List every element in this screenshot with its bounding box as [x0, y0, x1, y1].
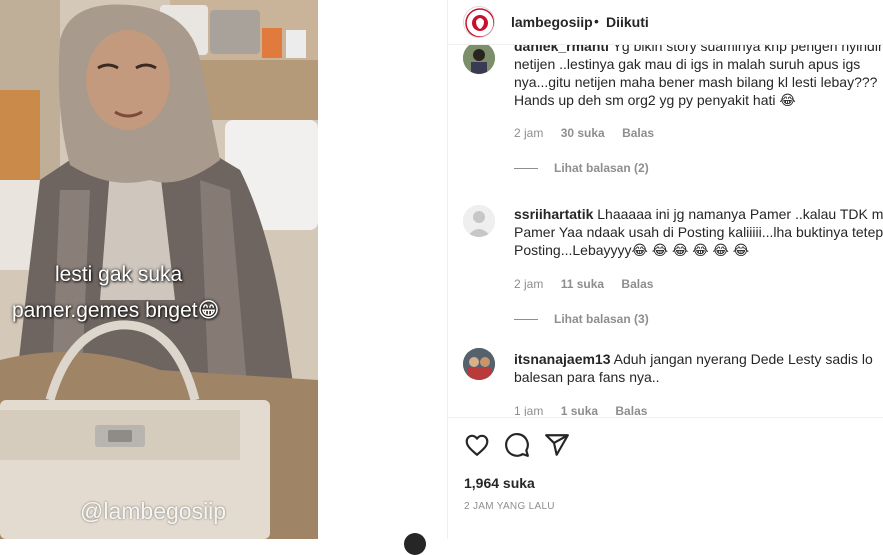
comment-meta: 2 jam 30 suka Balas: [514, 126, 668, 140]
paper-plane-icon[interactable]: [544, 432, 570, 458]
comment-line: Hands up deh sm org2 yg py penyakit hati…: [514, 92, 796, 108]
comment-likes[interactable]: 1 suka: [561, 404, 598, 416]
replies-divider-line: [514, 168, 538, 170]
comment-likes[interactable]: 30 suka: [561, 126, 605, 140]
follow-status-button[interactable]: Diikuti: [606, 14, 649, 30]
avatar-photo-icon: [463, 348, 495, 380]
header-separator: •: [594, 13, 599, 29]
comment-username[interactable]: ssriihartatik: [514, 206, 593, 222]
commenter-avatar[interactable]: [463, 348, 495, 380]
post-actions: 1,964 suka 2 JAM YANG LALU: [448, 417, 883, 540]
comment-username[interactable]: daniek_rmanti: [514, 45, 609, 54]
view-replies-label: Lihat balasan (2): [554, 161, 649, 175]
comment-time[interactable]: 2 jam: [514, 126, 543, 140]
reply-button[interactable]: Balas: [615, 404, 647, 416]
default-avatar-icon: [463, 205, 495, 237]
comment-meta: 1 jam 1 suka Balas: [514, 404, 661, 416]
comment-text: ssriihartatik Lhaaaaa ini jg namanya Pam…: [514, 205, 883, 259]
comment-username[interactable]: itsnanajaem13: [514, 351, 611, 367]
post-timestamp: 2 JAM YANG LALU: [464, 501, 555, 512]
video-watermark: @lambegosiip: [80, 498, 227, 524]
comments-list[interactable]: daniek_rmanti Yg bikin story suaminya kn…: [448, 45, 883, 416]
comment-line: nya...gitu netijen maha bener mash bilan…: [514, 74, 878, 90]
reply-button[interactable]: Balas: [622, 126, 654, 140]
account-username[interactable]: lambegosiip: [511, 14, 593, 30]
comment-bubble-icon[interactable]: [504, 432, 530, 458]
comment-text: itsnanajaem13 Aduh jangan nyerang Dede L…: [514, 350, 883, 386]
comment-line: balesan para fans nya..: [514, 369, 660, 385]
heart-icon[interactable]: [464, 432, 490, 458]
reply-button[interactable]: Balas: [621, 277, 653, 291]
avatar-photo-icon: [463, 45, 495, 74]
account-avatar[interactable]: [463, 6, 495, 38]
comment-likes[interactable]: 11 suka: [561, 277, 604, 291]
comment-time[interactable]: 2 jam: [514, 277, 543, 291]
commenter-avatar[interactable]: [463, 45, 495, 74]
comment-line: Lhaaaaa ini jg namanya Pamer ..kalau TDK…: [597, 206, 883, 222]
comment-line: netijen ..lestinya gak mau di igs in mal…: [514, 56, 861, 72]
more-options-dot[interactable]: [404, 533, 426, 555]
view-replies-label: Lihat balasan (3): [554, 312, 649, 326]
comment-line: Posting...Lebayyyy😂 😂 😂 😂 😂 😂: [514, 242, 750, 258]
comment-meta: 2 jam 11 suka Balas: [514, 277, 667, 291]
commenter-avatar[interactable]: [463, 205, 495, 237]
comment-time[interactable]: 1 jam: [514, 404, 543, 416]
likes-count[interactable]: 1,964 suka: [464, 475, 535, 491]
comment-line: Yg bikin story suaminya knp pengen nyind…: [612, 45, 883, 54]
comment-line: Pamer Yaa ndaak usah di Posting kaliiiii…: [514, 224, 883, 240]
comment-text: daniek_rmanti Yg bikin story suaminya kn…: [514, 45, 883, 109]
post-video[interactable]: lesti gak suka pamer.gemes bnget😁 @lambe…: [0, 0, 318, 539]
video-caption-line-1: lesti gak suka: [55, 263, 183, 286]
post-side-panel: lambegosiip • Diikuti daniek_rmanti Yg b…: [447, 0, 883, 539]
view-replies-button[interactable]: Lihat balasan (3): [514, 312, 649, 326]
post-header: lambegosiip • Diikuti: [448, 0, 883, 45]
comment-line: Aduh jangan nyerang Dede Lesty sadis lo: [613, 351, 873, 367]
account-logo-icon: [465, 8, 494, 37]
view-replies-button[interactable]: Lihat balasan (2): [514, 161, 649, 175]
replies-divider-line: [514, 319, 538, 321]
video-caption-line-2: pamer.gemes bnget😁: [12, 299, 220, 322]
